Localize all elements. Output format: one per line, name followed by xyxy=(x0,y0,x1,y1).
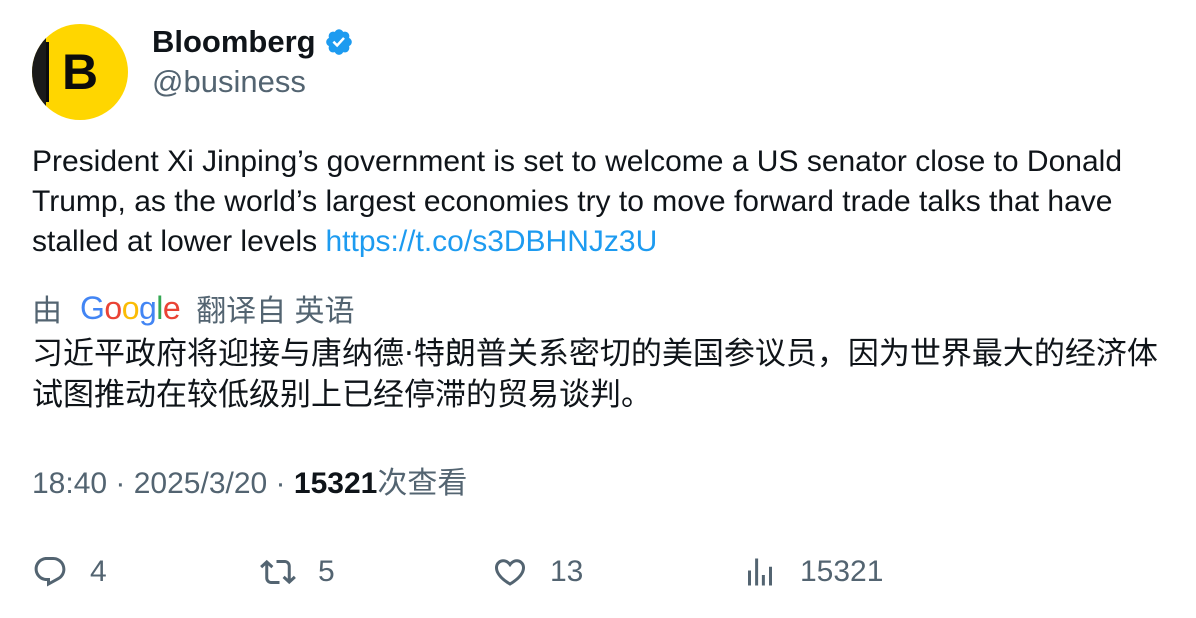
retweet-icon xyxy=(260,559,296,585)
heart-icon xyxy=(494,559,526,586)
translated-text: 习近平政府将迎接与唐纳德·特朗普关系密切的美国参议员，因为世界最大的经济体试图推… xyxy=(32,336,1158,413)
avatar-letter: B xyxy=(61,44,99,100)
display-name-row[interactable]: Bloomberg xyxy=(152,22,354,62)
tweet-time[interactable]: 18:40 xyxy=(32,467,107,500)
views-suffix: 次查看 xyxy=(377,467,468,500)
tweet-meta: 18:40 · 2025/3/20 · 15321次查看 xyxy=(32,464,467,504)
views-button[interactable]: 15321 xyxy=(742,552,883,592)
like-count: 13 xyxy=(550,555,584,588)
reply-button[interactable]: 4 xyxy=(32,552,107,592)
views-count: 15321 xyxy=(293,467,378,500)
action-bar: 4 5 13 15321 xyxy=(32,552,1172,592)
tweet-date[interactable]: 2025/3/20 xyxy=(134,467,267,500)
user-handle[interactable]: @business xyxy=(152,62,306,102)
tweet-link[interactable]: https://t.co/s3DBHNJz3U xyxy=(325,225,657,258)
avatar[interactable]: B xyxy=(32,24,128,120)
reply-icon xyxy=(34,557,66,587)
retweet-count: 5 xyxy=(318,555,335,588)
google-logo-icon: Google xyxy=(80,289,181,326)
retweet-button[interactable]: 5 xyxy=(260,552,335,592)
translation-prefix: 由 xyxy=(32,295,62,328)
display-name[interactable]: Bloomberg xyxy=(152,22,316,62)
views-action-count: 15321 xyxy=(800,555,884,588)
translation-attribution: 由 Google 翻译自 英语 xyxy=(32,286,355,330)
meta-separator: · xyxy=(267,467,294,500)
translation-label[interactable]: 翻译自 英语 xyxy=(196,286,354,330)
reply-count: 4 xyxy=(90,555,107,588)
tweet-text: President Xi Jinping’s government is set… xyxy=(32,142,1172,262)
tweet-card: B Bloomberg @business President Xi Jinpi… xyxy=(0,0,1196,618)
analytics-icon xyxy=(748,558,772,586)
like-button[interactable]: 13 xyxy=(492,552,583,592)
meta-separator: · xyxy=(107,467,134,500)
verified-badge-icon xyxy=(325,29,352,55)
